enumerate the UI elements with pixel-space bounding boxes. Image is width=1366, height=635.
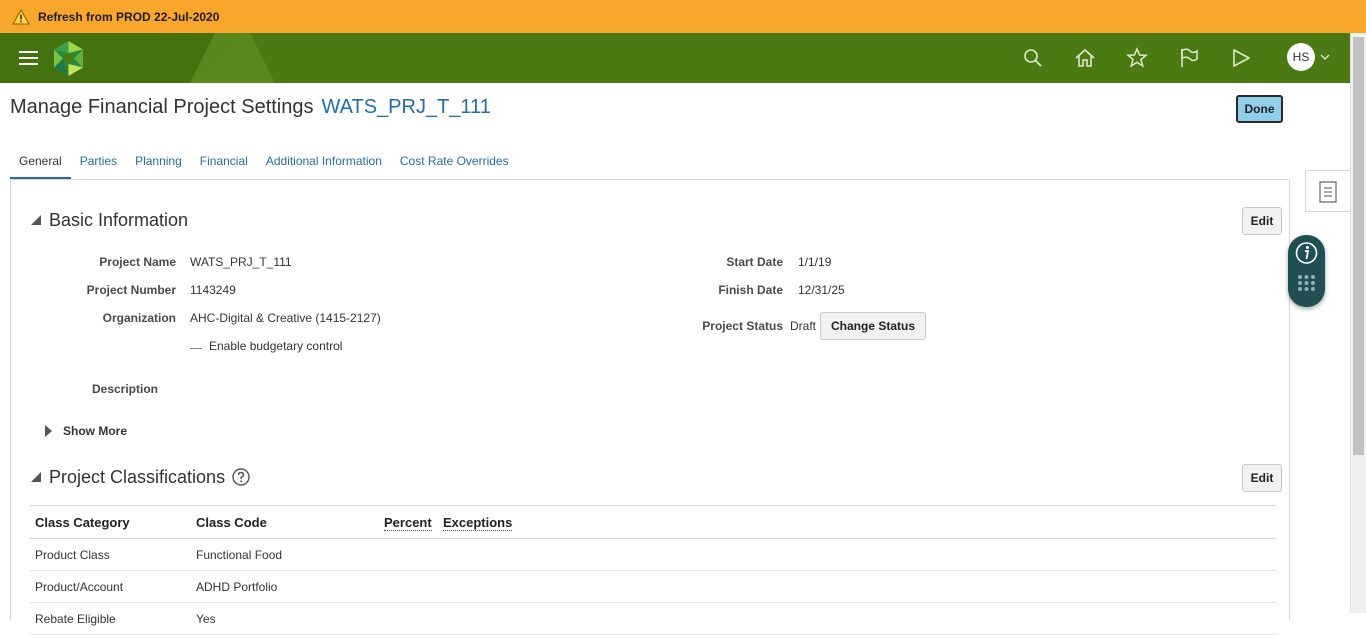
collapse-triangle-icon[interactable]	[30, 214, 42, 226]
project-number-label: Project Number	[86, 283, 176, 297]
project-name-value: WATS_PRJ_T_111	[190, 255, 292, 269]
start-date-value: 1/1/19	[798, 255, 832, 269]
basic-information-heading: Basic Information	[49, 210, 189, 230]
class-category-cell: Product Class	[35, 548, 110, 562]
description-label: Description	[91, 382, 158, 396]
classifications-edit-button[interactable]: Edit	[1242, 464, 1282, 492]
logo-icon[interactable]	[50, 40, 87, 77]
search-icon[interactable]	[1021, 46, 1045, 70]
share-icon[interactable]	[1229, 46, 1253, 70]
column-header-class-category[interactable]: Class Category	[35, 515, 130, 530]
budgetary-control-label: Enable budgetary control	[209, 339, 343, 353]
organization-value: AHC-Digital & Creative (1415-2127)	[190, 311, 381, 325]
finish-date-label: Finish Date	[718, 283, 783, 297]
home-icon[interactable]	[1073, 46, 1097, 70]
star-icon[interactable]	[1125, 46, 1149, 70]
budgetary-control-checkbox[interactable]	[190, 348, 202, 349]
tab-general[interactable]: General	[10, 147, 71, 180]
page-title-text: Manage Financial Project Settings	[10, 96, 314, 118]
page-title: Manage Financial Project Settings WATS_PR…	[10, 96, 491, 119]
user-avatar[interactable]: HS	[1287, 43, 1315, 71]
done-button[interactable]: Done	[1236, 95, 1283, 123]
expand-triangle-icon	[45, 425, 52, 437]
flag-icon[interactable]	[1177, 46, 1201, 70]
finish-date-value: 12/31/25	[798, 283, 845, 297]
column-header-class-code[interactable]: Class Code	[196, 515, 267, 530]
class-category-cell: Rebate Eligible	[35, 612, 116, 626]
column-header-percent[interactable]: Percent	[384, 515, 432, 531]
info-widget[interactable]	[1288, 235, 1325, 307]
project-name-link[interactable]: WATS_PRJ_T_111	[322, 96, 491, 118]
chevron-down-icon[interactable]	[1320, 53, 1330, 61]
help-icon[interactable]	[232, 468, 250, 486]
info-icon	[1295, 242, 1318, 291]
scrollbar-thumb[interactable]	[1353, 37, 1364, 455]
class-category-cell: Product/Account	[35, 580, 124, 594]
table-row[interactable]: Rebate Eligible Yes	[30, 603, 1276, 635]
tab-parties[interactable]: Parties	[71, 147, 126, 180]
class-code-cell: ADHD Portfolio	[196, 580, 278, 594]
vertical-scrollbar[interactable]	[1350, 33, 1366, 613]
tab-bar: General Parties Planning Financial Addit…	[10, 147, 518, 180]
document-list-icon	[1319, 181, 1337, 203]
warning-icon	[12, 8, 30, 24]
side-panel-tab[interactable]	[1305, 170, 1350, 212]
project-number-value: 1143249	[190, 283, 236, 297]
start-date-label: Start Date	[726, 255, 783, 269]
collapse-triangle-icon[interactable]	[30, 471, 42, 483]
project-classifications-heading: Project Classifications	[49, 467, 226, 487]
banner-text: Refresh from PROD 22-Jul-2020	[38, 9, 220, 24]
project-status-value: Draft	[790, 319, 817, 333]
user-initials: HS	[1292, 50, 1310, 64]
project-status-label: Project Status	[702, 319, 783, 333]
tab-cost-rate-overrides[interactable]: Cost Rate Overrides	[391, 147, 518, 180]
tab-planning[interactable]: Planning	[126, 147, 191, 180]
classifications-table: Class Category Class Code Percent Except…	[30, 505, 1276, 635]
environment-banner: Refresh from PROD 22-Jul-2020	[0, 0, 1366, 33]
show-more-toggle[interactable]: Show More	[45, 424, 127, 438]
tab-financial[interactable]: Financial	[191, 147, 257, 180]
tab-additional-information[interactable]: Additional Information	[257, 147, 391, 180]
menu-icon[interactable]	[19, 50, 38, 66]
class-code-cell: Functional Food	[196, 548, 283, 562]
project-name-label: Project Name	[99, 255, 176, 269]
organization-label: Organization	[102, 311, 176, 325]
change-status-button[interactable]: Change Status	[820, 312, 926, 340]
table-row[interactable]: Product Class Functional Food	[30, 539, 1276, 571]
global-header: HS	[0, 33, 1350, 83]
basic-info-edit-button[interactable]: Edit	[1242, 207, 1282, 235]
table-header-row: Class Category Class Code Percent Except…	[30, 505, 1276, 539]
show-more-label: Show More	[63, 424, 128, 438]
table-row[interactable]: Product/Account ADHD Portfolio	[30, 571, 1276, 603]
class-code-cell: Yes	[196, 612, 216, 626]
column-header-exceptions[interactable]: Exceptions	[443, 515, 513, 531]
